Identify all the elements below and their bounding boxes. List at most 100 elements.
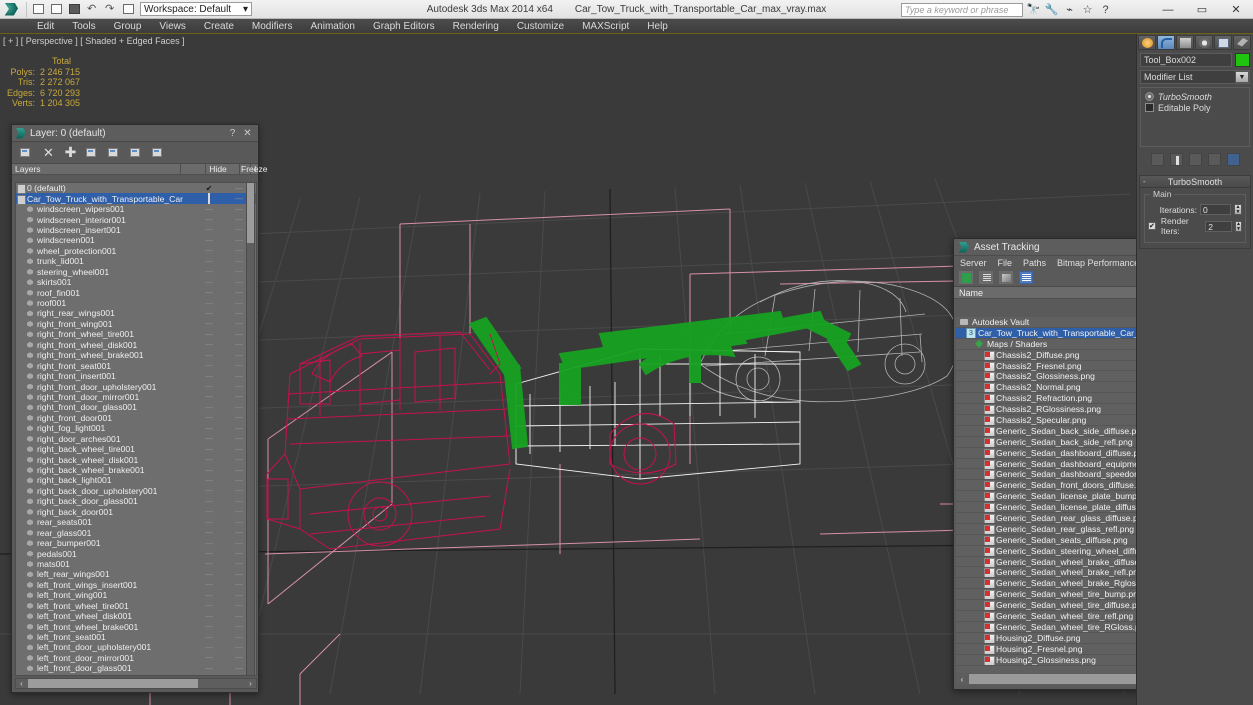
make-unique-icon[interactable] bbox=[1188, 152, 1202, 166]
layer-hide-toggle[interactable]: — bbox=[196, 518, 222, 527]
configure-modifier-sets-icon[interactable] bbox=[1226, 152, 1240, 166]
scrollbar-thumb[interactable] bbox=[969, 674, 1144, 684]
menu-item-tools[interactable]: Tools bbox=[63, 19, 104, 34]
modifier-list-dropdown[interactable]: Modifier List ▼ bbox=[1140, 70, 1250, 84]
layer-row[interactable]: right_back_door_glass001— — bbox=[16, 496, 256, 506]
layer-row[interactable]: windscreen_interior001— — bbox=[16, 214, 256, 225]
freeze-layer-icon[interactable] bbox=[152, 146, 165, 159]
layer-hide-toggle[interactable]: — bbox=[196, 392, 222, 401]
column-hide[interactable]: Hide bbox=[206, 163, 241, 175]
layer-row[interactable]: right_front_door_mirror001— — bbox=[16, 392, 256, 402]
layer-row[interactable]: left_front_door_upholstery001— — bbox=[16, 642, 256, 652]
layer-dialog-close-button[interactable]: ✕ bbox=[240, 128, 255, 139]
open-file-icon[interactable] bbox=[48, 1, 66, 17]
layer-hide-toggle[interactable]: — bbox=[196, 539, 222, 548]
layer-row[interactable]: right_back_light001— — bbox=[16, 475, 256, 485]
layer-row[interactable]: right_front_wing001— — bbox=[16, 319, 256, 329]
asset-menu-paths[interactable]: Paths bbox=[1023, 258, 1046, 268]
layer-row[interactable]: roof001— — bbox=[16, 298, 256, 308]
scroll-left-arrow-icon[interactable]: ‹ bbox=[956, 675, 968, 684]
layer-hide-toggle[interactable]: — bbox=[196, 319, 222, 328]
layer-row[interactable]: rear_bumper001— — bbox=[16, 538, 256, 548]
workspace-selector[interactable]: Workspace: Default ▾ bbox=[140, 2, 252, 16]
layer-row[interactable]: wheel_protection001— — bbox=[16, 246, 256, 256]
layer-hide-toggle[interactable]: — bbox=[196, 424, 222, 433]
layer-hide-toggle[interactable]: — bbox=[196, 674, 222, 675]
layer-hide-toggle[interactable]: — bbox=[196, 257, 222, 266]
layer-row[interactable]: right_front_wheel_disk001— — bbox=[16, 340, 256, 350]
object-name-field[interactable]: Tool_Box002 bbox=[1140, 53, 1232, 67]
layer-row[interactable]: left_front_door_mirror001— — bbox=[16, 653, 256, 663]
remove-modifier-icon[interactable] bbox=[1207, 152, 1221, 166]
modifier-stack-item[interactable]: TurboSmooth bbox=[1143, 91, 1247, 102]
layer-row[interactable]: left_front_door_glass001— — bbox=[16, 663, 256, 673]
layer-hide-toggle[interactable]: — bbox=[196, 299, 222, 308]
layer-hide-toggle[interactable]: ✔ bbox=[196, 184, 222, 193]
layer-row[interactable]: trunk_lid001— — bbox=[16, 256, 256, 266]
iterations-field[interactable]: 0 bbox=[1200, 204, 1231, 215]
layer-row[interactable]: windscreen_insert001— — bbox=[16, 225, 256, 235]
layer-hide-toggle[interactable]: — bbox=[196, 653, 222, 662]
help-icon[interactable]: ? bbox=[1098, 3, 1113, 17]
layer-row[interactable]: left_front_wings_insert001— — bbox=[16, 580, 256, 590]
layer-row[interactable]: rear_glass001— — bbox=[16, 527, 256, 538]
layer-row[interactable]: right_front_insert001— — bbox=[16, 371, 256, 381]
layer-row[interactable]: right_rear_wings001— — bbox=[16, 308, 256, 318]
layer-row[interactable]: right_back_wheel_disk001— — bbox=[16, 454, 256, 465]
layer-row[interactable]: roof_fin001— — bbox=[16, 287, 256, 298]
menu-item-group[interactable]: Group bbox=[105, 19, 151, 34]
layer-row[interactable]: mats001— — bbox=[16, 559, 256, 569]
layer-row[interactable]: right_back_wheel_brake001— — bbox=[16, 465, 256, 475]
command-panel[interactable]: Tool_Box002 Modifier List ▼ TurboSmooth E… bbox=[1136, 34, 1253, 705]
redo-icon[interactable]: ↷ bbox=[102, 1, 120, 17]
layer-checkbox[interactable] bbox=[208, 193, 210, 205]
search-input[interactable]: Type a keyword or phrase bbox=[901, 2, 1023, 17]
layer-hide-toggle[interactable]: — bbox=[196, 664, 222, 673]
column-layers[interactable]: Layers bbox=[12, 163, 181, 175]
layer-hide-toggle[interactable]: — bbox=[196, 205, 222, 214]
subscription-icon[interactable]: ⌁ bbox=[1062, 3, 1077, 17]
layer-hide-toggle[interactable]: — bbox=[196, 309, 222, 318]
layer-row[interactable]: right_fog_light001— — bbox=[16, 423, 256, 433]
motion-tab[interactable] bbox=[1195, 35, 1213, 50]
details-view-icon[interactable] bbox=[1019, 271, 1033, 284]
menu-item-maxscript[interactable]: MAXScript bbox=[573, 19, 638, 34]
show-end-result-icon[interactable] bbox=[1169, 152, 1183, 166]
layer-hide-toggle[interactable]: — bbox=[196, 643, 222, 652]
modify-tab[interactable] bbox=[1157, 35, 1175, 50]
pin-stack-icon[interactable] bbox=[1150, 152, 1164, 166]
layer-list[interactable]: 0 (default) ✔ — Car_Tow_Truck_with_Transpor… bbox=[15, 182, 257, 676]
menu-item-customize[interactable]: Customize bbox=[508, 19, 573, 34]
turbosmooth-rollout-header[interactable]: - TurboSmooth bbox=[1139, 175, 1251, 188]
layer-hide-toggle[interactable]: — bbox=[196, 403, 222, 412]
wrench-icon[interactable]: 🔧 bbox=[1044, 3, 1059, 17]
turbosmooth-rollout[interactable]: - TurboSmooth Main Iterations: 0 ▲ ▼ ✔ Re… bbox=[1139, 175, 1251, 249]
layer-hide-toggle[interactable]: — bbox=[196, 559, 222, 568]
scroll-right-arrow-icon[interactable]: › bbox=[245, 679, 256, 688]
add-selection-icon[interactable]: ✚ bbox=[64, 145, 77, 159]
layer-row[interactable]: right_back_wheel_tire001— — bbox=[16, 444, 256, 454]
modifier-stack[interactable]: TurboSmooth Editable Poly bbox=[1140, 87, 1250, 147]
thumbnail-view-icon[interactable] bbox=[999, 271, 1013, 284]
select-highlighted-icon[interactable] bbox=[86, 146, 99, 159]
layer-hide-toggle[interactable]: — bbox=[196, 236, 222, 245]
create-tab[interactable] bbox=[1138, 35, 1156, 50]
save-file-icon[interactable] bbox=[66, 1, 84, 17]
layer-row[interactable]: Car_Tow_Truck_with_Transportable_Car — bbox=[16, 193, 256, 205]
layer-dialog-help-button[interactable]: ? bbox=[225, 128, 240, 139]
layer-row[interactable]: right_front_door_glass001— — bbox=[16, 402, 256, 412]
layer-hide-toggle[interactable]: — bbox=[196, 372, 222, 381]
layer-hide-toggle[interactable]: — bbox=[196, 225, 222, 234]
layer-hide-toggle[interactable]: — bbox=[196, 278, 222, 287]
layer-hide-toggle[interactable]: — bbox=[196, 497, 222, 506]
square-icon[interactable] bbox=[1145, 103, 1154, 112]
list-view-icon[interactable] bbox=[979, 271, 993, 284]
layer-row[interactable]: right_back_door_upholstery001— — bbox=[16, 486, 256, 496]
layer-row[interactable]: windscreen001— — bbox=[16, 235, 256, 245]
layer-hide-toggle[interactable]: — bbox=[196, 288, 222, 297]
layer-hide-toggle[interactable]: — bbox=[196, 486, 222, 495]
highlight-selected-icon[interactable] bbox=[108, 146, 121, 159]
layer-row[interactable]: right_front_door_upholstery001— — bbox=[16, 381, 256, 392]
layer-hide-toggle[interactable]: — bbox=[196, 246, 222, 255]
scrollbar-thumb[interactable] bbox=[28, 679, 198, 688]
